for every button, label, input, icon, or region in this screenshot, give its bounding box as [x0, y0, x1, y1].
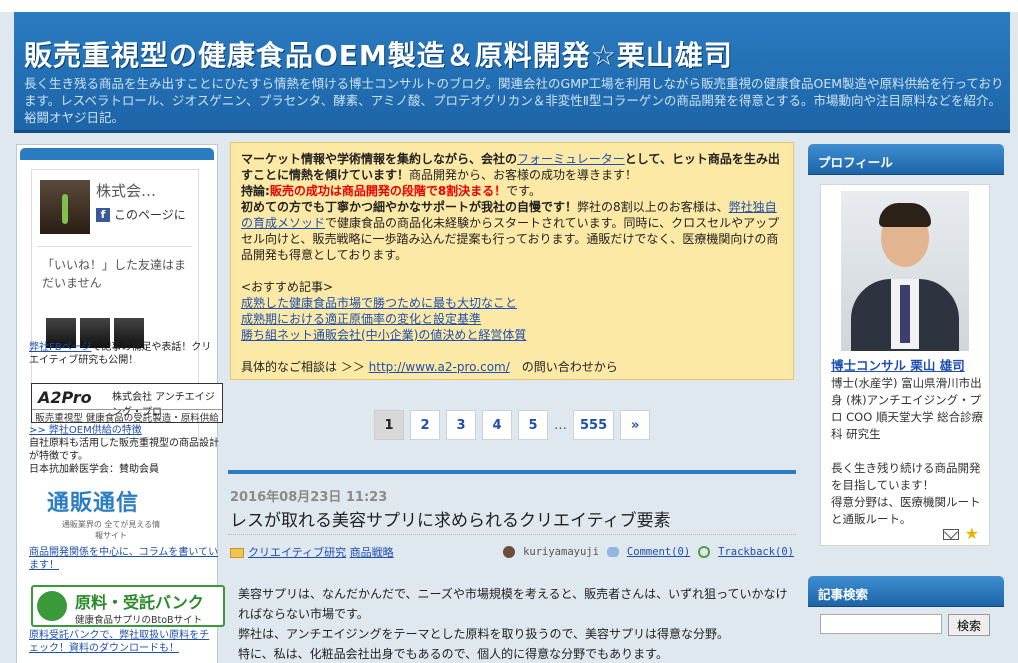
main-content: マーケット情報や学術情報を集約しながら、会社のフォーミュレーターとして、ヒット商…: [228, 138, 796, 663]
fb-page-link[interactable]: 弊社FBページ: [29, 342, 91, 353]
motto-end: です。: [506, 184, 541, 198]
fb-page-thumbnail[interactable]: [40, 180, 90, 234]
profile-specialty: 得意分野は、医療機関ルートと通販ルート。: [831, 495, 981, 526]
oem-block: >> 弊社OEM供給の特徴 自社原料も活用した販売重視型の商品設計が特徴です。 …: [29, 424, 219, 476]
category-link-2[interactable]: 商品戦略: [350, 546, 394, 559]
genryo-title: 原料・受託バンク: [75, 593, 204, 612]
page-link-last[interactable]: 555: [573, 410, 615, 440]
category-link-1[interactable]: クリエイティブ研究: [248, 546, 346, 559]
motto-label: 持論:: [241, 184, 270, 198]
formulator-link[interactable]: フォーミュレーター: [517, 152, 625, 166]
page-link-5[interactable]: 5: [518, 410, 548, 440]
mail-icon[interactable]: [942, 528, 959, 540]
oem-link[interactable]: >> 弊社OEM供給の特徴: [29, 425, 142, 436]
divider: [38, 246, 192, 247]
a2pro-caption: 販売重視型 健康食品の受託製造・原料供給: [32, 409, 222, 424]
folder-icon: [230, 548, 244, 558]
recommended-link-2[interactable]: 成熟期における適正原価率の変化と設定基準: [241, 311, 783, 327]
site-title[interactable]: 販売重視型の健康食品OEM製造＆原料開発☆栗山雄司: [24, 34, 733, 74]
pagination: 1 2 3 4 5 … 555 »: [374, 410, 651, 440]
contact-text-end: の問い合わせから: [509, 360, 618, 374]
recommended-link-1[interactable]: 成熟した健康食品市場で勝つために最も大切なこと: [241, 295, 783, 311]
right-sidebar: プロフィール 博士コンサル 栗山 雄司 博士(水産学) 富山県滑川市出身 (株)…: [808, 144, 1006, 663]
next-page-button[interactable]: »: [620, 410, 651, 440]
comment-link[interactable]: Comment(0): [627, 546, 690, 558]
profile-text: 博士(水産学) 富山県滑川市出身 (株)アンチエイジング・プロ COO 順天堂大…: [831, 375, 987, 528]
left-sidebar-header: [20, 148, 214, 160]
genryo-link[interactable]: 原料受託バンクで、弊社取扱い原料をチェック！資料のダウンロードも！: [29, 630, 209, 654]
profile-icons: ★: [942, 526, 979, 542]
post-paragraph: 弊社は、アンチエイジングをテーマとした原料を取り扱うので、美容サプリは得意な分野…: [238, 627, 730, 641]
search-button[interactable]: 検索: [948, 614, 990, 636]
notice-line1a: マーケット情報や学術情報を集約しながら、会社の: [241, 152, 518, 166]
oem-text: 自社原料も活用した販売重視型の商品設計が特徴です。: [29, 438, 219, 462]
post-divider: [228, 470, 796, 474]
divider: [228, 534, 796, 535]
motto-text: 販売の成功は商品開発の段階で8割決まる！: [269, 184, 507, 198]
search-input[interactable]: [820, 614, 942, 634]
left-sidebar: 株式会… f このページに 「いいね！」した友達はまだいません 弊社FBページで…: [16, 144, 225, 663]
star-icon[interactable]: ★: [965, 526, 979, 542]
post-author: kuriyamayuji: [523, 546, 599, 558]
fb-friends-text: 「いいね！」した友達はまだいません: [42, 258, 187, 290]
member-text: 日本抗加齢医学会：賛助会員: [29, 464, 159, 475]
intro-notice: マーケット情報や学術情報を集約しながら、会社のフォーミュレーターとして、ヒット商…: [230, 142, 794, 380]
a2pro-logo: A2Pro: [38, 388, 92, 407]
contact-line: 具体的なご相談は ＞＞ http://www.a2-pro.com/ の問い合わ…: [241, 359, 783, 375]
profile-message: 長く生き残り続ける商品開発を目指しています！: [831, 461, 981, 492]
trackback-link[interactable]: Trackback(0): [718, 546, 794, 558]
fb-like-button[interactable]: f このページに: [96, 206, 186, 223]
post-paragraph: 美容サプリは、なんだかんだで、ニーズや市場規模を考えると、販売者さんは、いずれ狙…: [238, 587, 788, 621]
profile-name-link[interactable]: 博士コンサル 栗山 雄司: [831, 355, 965, 374]
site-description: 長く生き残る商品を生み出すことにひたすら情熱を傾ける博士コンサルトのブログ。関連…: [24, 76, 1004, 125]
user-icon: [503, 546, 516, 558]
genryo-bank-banner[interactable]: 原料・受託バンク 健康食品サプリのBtoBサイト: [31, 585, 225, 627]
recommended-link-3[interactable]: 勝ち組ネット通販会社(中小企業)の値決めと経営体質: [241, 327, 783, 343]
fb-page-name[interactable]: 株式会…: [96, 180, 156, 201]
profile-bio: 博士(水産学) 富山県滑川市出身 (株)アンチエイジング・プロ COO 順天堂大…: [831, 376, 984, 441]
post-meta-right: kuriyamayuji Comment(0) Trackback(0): [503, 546, 794, 558]
page-link-3[interactable]: 3: [446, 410, 476, 440]
contact-url-link[interactable]: http://www.a2-pro.com/: [369, 360, 510, 374]
fb-link-block: 弊社FBページで記事の補足や表話！クリエイティブ研究も公開！: [29, 341, 219, 367]
contact-text: 具体的なご相談は ＞＞: [241, 360, 369, 374]
top-strip: [0, 0, 1018, 12]
page-link-4[interactable]: 4: [482, 410, 512, 440]
notice-line1c: 商品開発から、お客様の成功を導きます！: [409, 168, 638, 182]
post-title[interactable]: レスが取れる美容サプリに求められるクリエイティブ要素: [230, 506, 671, 531]
pagination-ellipsis: …: [554, 417, 567, 433]
notice-line3b: 弊社の8割以上のお客様は、: [577, 200, 729, 214]
site-header: 販売重視型の健康食品OEM製造＆原料開発☆栗山雄司 長く生き残る商品を生み出すこ…: [14, 12, 1010, 133]
fb-like-label: このページに: [114, 208, 186, 222]
recommended-heading: <おすすめ記事>: [241, 280, 334, 294]
tsuhan-link[interactable]: 商品開発関係を中心に、コラムを書いています！: [29, 547, 218, 571]
comment-icon: [606, 547, 619, 557]
genryo-subtitle: 健康食品サプリのBtoBサイト: [75, 615, 203, 626]
a2pro-logo-banner[interactable]: A2Pro 株式会社 アンチエイジング・プロ 販売重視型 健康食品の受託製造・原…: [31, 383, 223, 424]
post-paragraph: 特に、私は、化粧品会社出身でもあるので、個人的に得意な分野でもあります。: [238, 647, 668, 661]
search-form: 検索: [820, 614, 990, 636]
post-meta: クリエイティブ研究 商品戦略 kuriyamayuji Comment(0) T…: [230, 544, 794, 564]
tsuhan-tsushin-logo[interactable]: 通販通信: [47, 485, 139, 517]
trackback-icon: [698, 546, 711, 558]
tsuhan-subtitle: 通販業界の 全てが見える情報サイト: [61, 520, 161, 540]
profile-card: 博士コンサル 栗山 雄司 博士(水産学) 富山県滑川市出身 (株)アンチエイジン…: [820, 184, 990, 546]
tsuhan-link-block: 商品開発関係を中心に、コラムを書いています！: [29, 546, 219, 572]
search-heading: 記事検索: [808, 576, 1004, 606]
search-icon: [37, 591, 67, 621]
profile-photo: [841, 191, 969, 351]
page-link-1[interactable]: 1: [374, 410, 404, 440]
page-link-2[interactable]: 2: [410, 410, 440, 440]
facebook-icon: f: [96, 207, 110, 222]
notice-line3a: 初めての方でも丁寧かつ細やかなサポートが我社の自慢です！: [241, 200, 578, 214]
post-body: 美容サプリは、なんだかんだで、ニーズや市場規模を考えると、販売者さんは、いずれ狙…: [238, 584, 790, 663]
genryo-link-block: 原料受託バンクで、弊社取扱い原料をチェック！資料のダウンロードも！: [29, 629, 219, 655]
profile-heading: プロフィール: [808, 144, 1004, 174]
post-date: 2016年08月23日 11:23: [230, 490, 388, 505]
